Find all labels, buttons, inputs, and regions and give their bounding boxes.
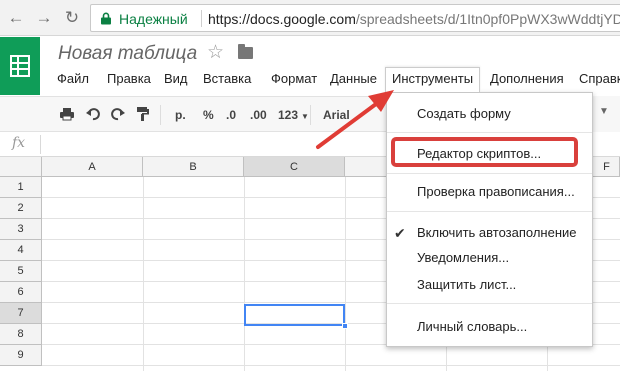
menu-help[interactable]: Справк [573,68,620,91]
row-header-3[interactable]: 3 [0,219,42,240]
more-formats-button[interactable]: 123 ▼ [278,106,309,124]
menu-item-create-form[interactable]: Создать форму [387,102,592,126]
menu-item-spellcheck[interactable]: Проверка правописания... [387,180,592,204]
increase-decimal-button[interactable]: .00 [250,106,267,124]
font-select[interactable]: Arial [323,106,350,124]
reload-icon[interactable]: ↻ [60,6,84,30]
url-path: /spreadsheets/d/1Itn0pf0PpWX3wWddtjYD [355,11,620,27]
menu-divider [387,132,592,133]
row-header-1[interactable]: 1 [0,177,42,198]
column-header-a[interactable]: A [42,157,143,177]
row-header-4[interactable]: 4 [0,240,42,261]
url-field[interactable]: Надежный https://docs.google.com/spreads… [90,4,620,32]
select-all-corner[interactable] [0,157,42,177]
grid-line [143,177,144,371]
fx-label: fx [12,135,26,151]
menu-view[interactable]: Вид [158,68,194,91]
column-header-c[interactable]: C [244,157,345,177]
menu-item-autocomplete[interactable]: ✔ Включить автозаполнение [387,221,592,245]
column-header-f[interactable]: F [593,157,620,177]
fx-divider [40,135,41,154]
secure-label: Надежный [119,11,188,27]
menu-insert[interactable]: Вставка [197,68,257,91]
menu-divider [387,173,592,174]
menu-item-notifications[interactable]: Уведомления... [387,246,592,270]
row-header-6[interactable]: 6 [0,282,42,303]
paint-format-icon[interactable] [135,106,151,124]
redo-icon[interactable] [110,106,126,124]
menu-addons[interactable]: Дополнения [484,68,570,91]
undo-icon[interactable] [85,106,101,124]
chevron-down-icon[interactable]: ▼ [599,106,609,117]
row-header-8[interactable]: 8 [0,324,42,345]
row-header-9[interactable]: 9 [0,345,42,366]
url-text: https://docs.google.com/spreadsheets/d/1… [208,11,620,27]
print-icon[interactable] [59,106,75,124]
menu-divider [387,303,592,304]
folder-icon[interactable] [238,44,253,59]
url-divider [201,10,202,27]
forward-arrow-icon[interactable]: → [32,6,56,30]
sheets-logo-icon [10,55,30,77]
grid-line [345,177,346,371]
menu-item-protect-sheet[interactable]: Защитить лист... [387,273,592,297]
lock-icon [101,12,111,25]
chevron-down-icon: ▼ [301,112,309,121]
decrease-decimal-button[interactable]: .0 [226,106,236,124]
menu-item-autocomplete-label: Включить автозаполнение [417,225,577,240]
checkmark-icon: ✔ [394,225,406,241]
toolbar-divider [310,105,311,125]
back-arrow-icon[interactable]: ← [4,6,28,30]
menu-format[interactable]: Формат [265,68,323,91]
menu-tools[interactable]: Инструменты [385,67,481,92]
document-title[interactable]: Новая таблица [58,43,197,65]
menu-data[interactable]: Данные [324,68,383,91]
browser-address-bar: ← → ↻ Надежный https://docs.google.com/s… [0,0,620,36]
annotation-highlight-box [391,137,578,167]
menu-file[interactable]: Файл [51,68,95,91]
selected-cell[interactable] [244,304,345,326]
row-header-7[interactable]: 7 [0,303,42,324]
menu-divider [387,211,592,212]
currency-format-button[interactable]: р. [175,106,186,124]
more-formats-label: 123 [278,108,299,122]
row-header-2[interactable]: 2 [0,198,42,219]
column-header-b[interactable]: B [143,157,244,177]
fill-handle[interactable] [342,323,348,329]
menu-edit[interactable]: Правка [101,68,157,91]
grid-line [244,177,245,371]
sheets-logo[interactable] [0,37,40,95]
star-icon[interactable]: ☆ [207,41,224,64]
row-header-5[interactable]: 5 [0,261,42,282]
menu-item-personal-dictionary[interactable]: Личный словарь... [387,315,592,339]
url-host: https://docs.google.com [208,11,356,27]
grid-line [42,365,620,366]
percent-format-button[interactable]: % [203,106,214,124]
tools-dropdown-menu: Создать форму Редактор скриптов... Прове… [386,92,593,347]
toolbar-divider [160,105,161,125]
